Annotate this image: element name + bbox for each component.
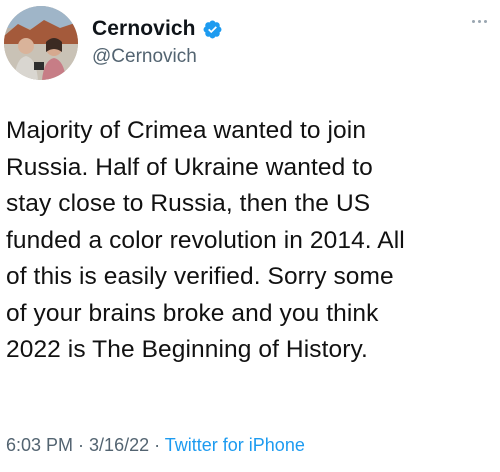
tweet-text-line: of your brains broke and you think — [6, 299, 379, 327]
avatar[interactable] — [4, 6, 78, 80]
tweet-text-line: Russia. Half of Ukraine wanted to — [6, 153, 373, 181]
display-name[interactable]: Cernovich — [92, 17, 196, 41]
author-names: Cernovich @Cernovich — [92, 16, 223, 68]
tweet-text-line: of this is easily verified. Sorry some — [6, 263, 394, 290]
author-handle[interactable]: @Cernovich — [92, 46, 223, 68]
more-horizontal-icon[interactable] — [466, 12, 492, 30]
tweet-text: Majority of Crimea wanted to join Russia… — [6, 113, 498, 369]
tweet-text-line: Majority of Crimea wanted to join — [6, 117, 367, 144]
tweet-header: Cernovich @Cernovich — [4, 6, 494, 84]
display-name-row: Cernovich — [92, 16, 223, 42]
meta-separator: · — [149, 435, 165, 455]
verified-badge-icon — [202, 19, 223, 40]
tweet: Cernovich @Cernovich Majority of Crimea … — [0, 0, 500, 472]
meta-separator: · — [73, 435, 90, 455]
tweet-date[interactable]: 3/16/22 — [89, 435, 149, 455]
tweet-source-link[interactable]: Twitter for iPhone — [165, 435, 305, 455]
tweet-meta: 6:03 PM · 3/16/22 · Twitter for iPhone — [6, 435, 305, 456]
tweet-text-line: stay close to Russia, then the US — [6, 190, 371, 217]
tweet-time[interactable]: 6:03 PM — [6, 435, 73, 455]
tweet-text-line: 2022 is The Beginning of History. — [6, 336, 368, 363]
tweet-text-line: funded a color revolution in 2014. All — [6, 226, 405, 254]
